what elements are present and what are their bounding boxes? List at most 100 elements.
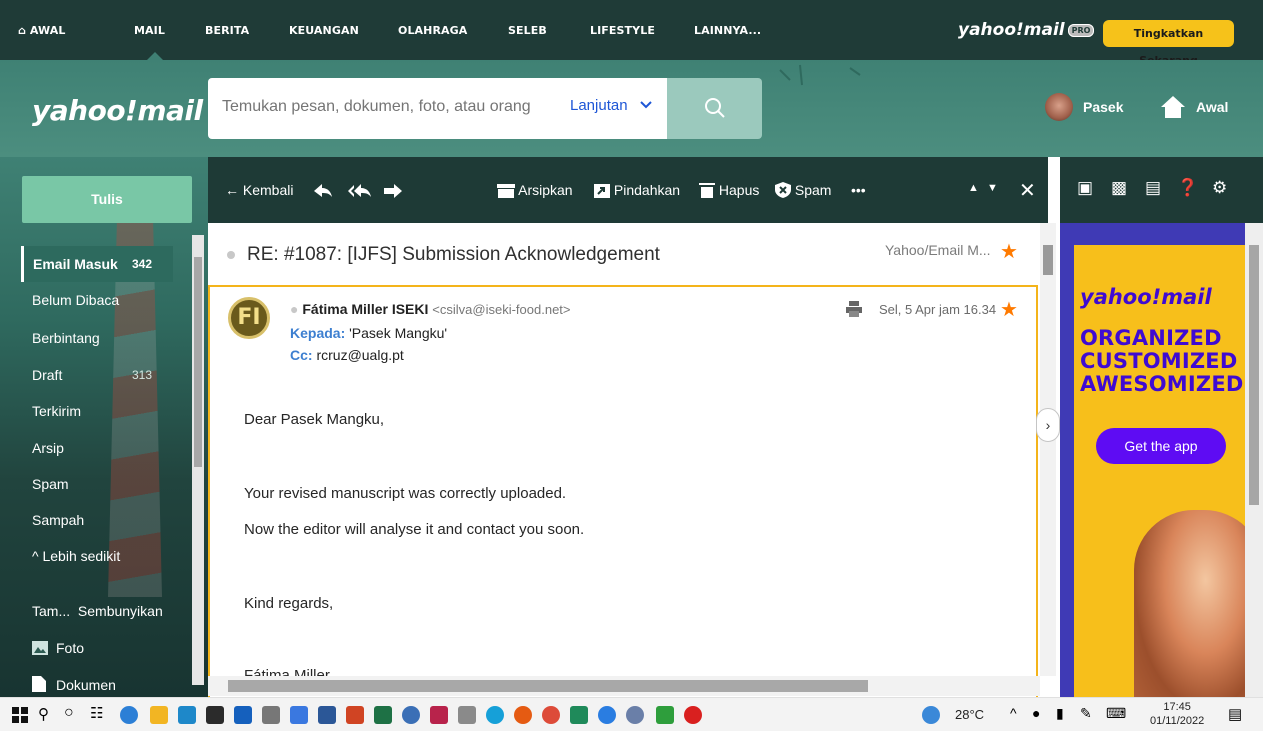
sender-email[interactable]: <csilva@iseki-food.net> (432, 302, 570, 317)
more-actions-button[interactable]: ••• (851, 182, 866, 198)
to-value[interactable]: 'Pasek Mangku' (349, 325, 447, 341)
contacts-icon[interactable]: ▣ (1077, 178, 1093, 198)
pen-icon[interactable]: ✎ (1080, 705, 1092, 722)
weather-temperature[interactable]: 28°C (955, 707, 984, 722)
folder-spam[interactable]: Spam (21, 466, 173, 502)
notifications-icon[interactable]: ▤ (1228, 705, 1242, 723)
folder-unread[interactable]: Belum Dibaca (21, 282, 173, 318)
print-icon[interactable] (846, 301, 862, 317)
help-icon[interactable]: ❓ (1177, 178, 1198, 198)
home-icon[interactable] (1160, 94, 1186, 120)
search-button[interactable] (667, 78, 762, 139)
nav-more[interactable]: LAINNYA... (694, 24, 761, 37)
folder-sent[interactable]: Terkirim (21, 393, 173, 429)
app-icon[interactable] (626, 706, 644, 724)
calendar-icon[interactable]: ▩ (1111, 178, 1127, 198)
nav-home[interactable]: ⌂ AWAL (18, 24, 66, 37)
powerpoint-icon[interactable] (346, 706, 364, 724)
delete-button[interactable]: Hapus (699, 182, 759, 198)
nav-mail[interactable]: MAIL (134, 24, 165, 37)
firefox-icon[interactable] (514, 706, 532, 724)
folder-archive[interactable]: Arsip (21, 430, 173, 466)
sidebar-scroll-thumb[interactable] (194, 257, 202, 467)
app-logo[interactable]: yahoo!mail (32, 94, 203, 127)
opera-icon[interactable] (684, 706, 702, 724)
app-icon[interactable] (206, 706, 224, 724)
app-icon[interactable] (598, 706, 616, 724)
advertisement[interactable]: yahoo!mail ORGANIZED CUSTOMIZED AWESOMIZ… (1060, 223, 1263, 697)
app-icon[interactable] (656, 706, 674, 724)
app-icon[interactable] (458, 706, 476, 724)
cc-value[interactable]: rcruz@ualg.pt (316, 347, 403, 363)
task-view-icon[interactable]: ☷ (90, 704, 103, 722)
user-avatar[interactable] (1045, 93, 1073, 121)
message-scroll-thumb[interactable] (1043, 245, 1053, 275)
app-icon[interactable] (290, 706, 308, 724)
keyboard-icon[interactable]: ⌨ (1106, 705, 1126, 722)
file-explorer-icon[interactable] (150, 706, 168, 724)
folder-tag[interactable]: Yahoo/Email M... (885, 242, 991, 258)
settings-gear-icon[interactable]: ⚙ (1212, 178, 1227, 198)
star-icon[interactable]: ★ (1000, 239, 1018, 264)
taskbar-search-icon[interactable]: ⚲ (38, 705, 49, 723)
clock[interactable]: 17:45 01/11/2022 (1150, 700, 1204, 728)
sender-name[interactable]: Fátima Miller ISEKI (302, 301, 428, 317)
page-scroll-thumb[interactable] (1249, 245, 1259, 505)
app-icon[interactable] (402, 706, 420, 724)
mail-app-icon[interactable] (178, 706, 196, 724)
settings-app-icon[interactable] (262, 706, 280, 724)
folder-draft[interactable]: Draft 313 (21, 357, 173, 393)
message-star-icon[interactable]: ★ (1000, 297, 1018, 322)
reply-all-button[interactable] (348, 182, 372, 198)
app-icon[interactable] (234, 706, 252, 724)
message-scrollbar[interactable] (1040, 223, 1056, 676)
app-icon[interactable] (486, 706, 504, 724)
upgrade-button[interactable]: Tingkatkan Sekarang (1103, 20, 1234, 67)
input-icon[interactable]: ● (1032, 705, 1040, 721)
folder-starred[interactable]: Berbintang (21, 320, 173, 356)
views-section[interactable]: Tam... Sembunyikan (21, 593, 173, 629)
show-less-toggle[interactable]: ^ Lebih sedikit (21, 538, 173, 574)
search-input[interactable] (222, 98, 552, 116)
edge-icon[interactable] (120, 706, 138, 724)
nav-news[interactable]: BERITA (205, 24, 249, 37)
app-icon[interactable] (430, 706, 448, 724)
home-link[interactable]: Awal (1196, 99, 1228, 115)
horizontal-scroll-thumb[interactable] (228, 680, 868, 692)
app-icon[interactable] (570, 706, 588, 724)
windows-start-icon[interactable] (12, 707, 28, 723)
nav-celeb[interactable]: SELEB (508, 24, 547, 37)
word-icon[interactable] (318, 706, 336, 724)
horizontal-scrollbar[interactable] (208, 676, 1040, 696)
weather-icon[interactable] (922, 706, 940, 724)
reply-button[interactable] (314, 182, 332, 198)
get-app-button[interactable]: Get the app (1096, 428, 1226, 464)
sidebar-scrollbar[interactable] (192, 235, 204, 685)
cortana-icon[interactable]: ○ (64, 704, 74, 722)
expand-chevron-icon[interactable]: › (1036, 408, 1060, 442)
page-scrollbar[interactable] (1245, 223, 1263, 697)
nav-finance[interactable]: KEUANGAN (289, 24, 359, 37)
forward-button[interactable] (384, 182, 402, 198)
brand-logo[interactable]: yahoo!mail PRO (958, 20, 1095, 40)
chrome-icon[interactable] (542, 706, 560, 724)
battery-icon[interactable]: ▮ (1056, 705, 1064, 722)
compose-button[interactable]: Tulis (22, 176, 192, 223)
chevron-up-icon[interactable]: ^ (1010, 705, 1017, 721)
advanced-search-button[interactable]: Lanjutan (570, 97, 652, 114)
folder-trash[interactable]: Sampah (21, 502, 173, 538)
user-name[interactable]: Pasek (1083, 99, 1123, 115)
notepad-icon[interactable]: ▤ (1145, 178, 1161, 198)
move-button[interactable]: Pindahkan (594, 182, 680, 198)
previous-message-icon[interactable]: ▲ (968, 182, 979, 194)
hide-views-link[interactable]: Sembunyikan (78, 603, 163, 619)
spam-button[interactable]: Spam (775, 182, 831, 198)
excel-icon[interactable] (374, 706, 392, 724)
back-button[interactable]: ← Kembali (225, 182, 293, 198)
folder-inbox[interactable]: Email Masuk 342 (21, 246, 173, 282)
nav-sports[interactable]: OLAHRAGA (398, 24, 467, 37)
next-message-icon[interactable]: ▼ (987, 182, 998, 194)
view-photos[interactable]: Foto (21, 630, 173, 666)
close-icon[interactable]: ✕ (1019, 178, 1036, 203)
nav-lifestyle[interactable]: LIFESTYLE (590, 24, 655, 37)
